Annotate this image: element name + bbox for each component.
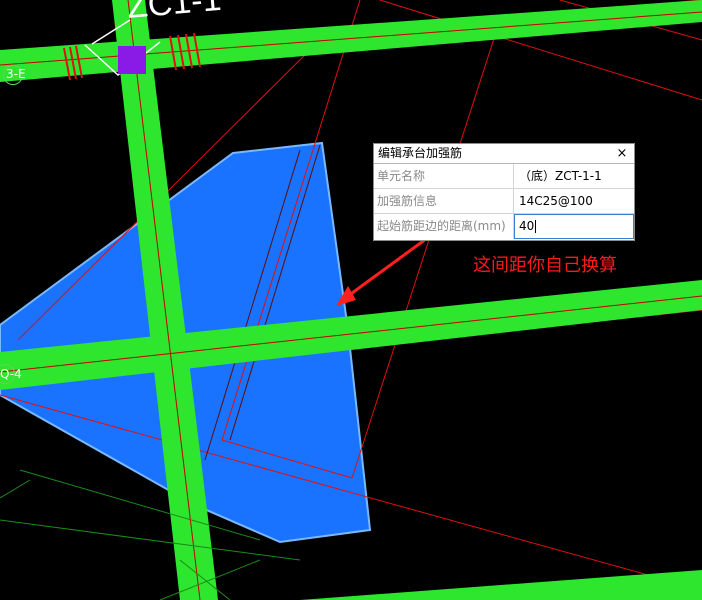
column-marker[interactable] (118, 46, 146, 74)
axis-label-mid: Q-4 (0, 367, 22, 381)
edit-cap-rebar-dialog[interactable]: 编辑承台加强筋 × 单元名称 （底）ZCT-1-1 加强筋信息 14C25@10… (373, 143, 635, 241)
dialog-title: 编辑承台加强筋 (378, 146, 463, 160)
unit-name-field[interactable]: （底）ZCT-1-1 (514, 164, 634, 188)
label-unit-name: 单元名称 (374, 164, 514, 188)
label-rebar-info: 加强筋信息 (374, 189, 514, 213)
dialog-titlebar[interactable]: 编辑承台加强筋 × (374, 144, 634, 164)
close-icon[interactable]: × (616, 144, 628, 163)
row-unit-name: 单元名称 （底）ZCT-1-1 (374, 164, 634, 189)
row-start-distance: 起始筋距边的距离(mm) 40 (374, 214, 634, 239)
top-label: ZC1-1 (125, 0, 222, 26)
axis-label-top: 3-E (6, 67, 26, 81)
start-distance-value: 40 (519, 219, 535, 233)
rebar-info-field[interactable]: 14C25@100 (514, 189, 634, 213)
row-rebar-info: 加强筋信息 14C25@100 (374, 189, 634, 214)
label-start-distance: 起始筋距边的距离(mm) (374, 214, 514, 239)
text-caret (535, 220, 537, 233)
cad-drawing-canvas[interactable]: ZC1-1 (0, 0, 702, 600)
annotation-text: 这间距你自己换算 (473, 255, 617, 276)
start-distance-input[interactable]: 40 (514, 214, 634, 239)
